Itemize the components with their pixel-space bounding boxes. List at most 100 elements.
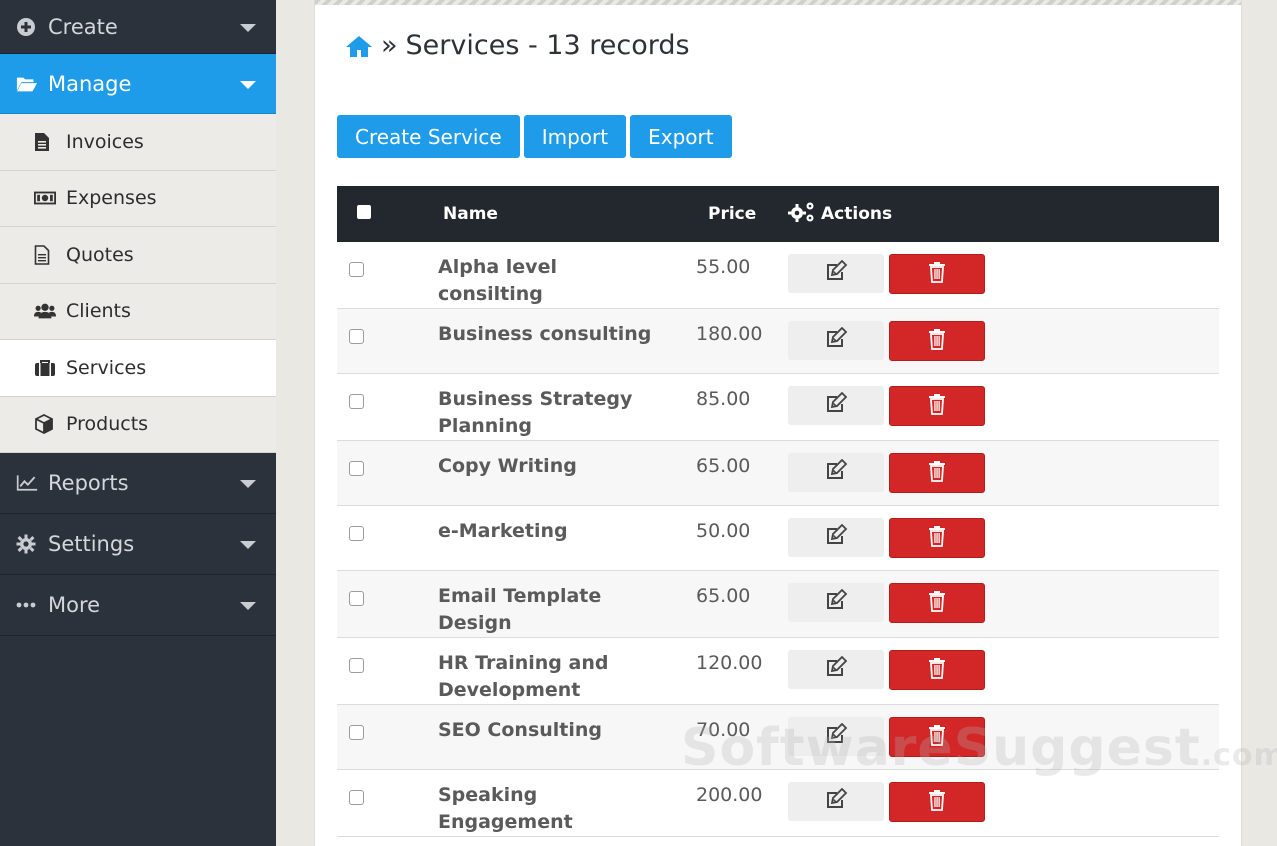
edit-button[interactable] <box>788 583 884 622</box>
edit-button[interactable] <box>788 254 884 293</box>
sidebar-item-clients[interactable]: Clients <box>0 284 276 340</box>
edit-icon <box>824 523 848 551</box>
file-icon <box>34 244 56 265</box>
row-actions <box>788 374 1219 441</box>
table-row: Speaking Engagement 200.00 <box>337 770 1219 837</box>
trash-icon <box>928 393 946 420</box>
nav-create-label: Create <box>48 14 118 39</box>
sidebar-item-products[interactable]: Products <box>0 397 276 453</box>
nav-reports[interactable]: Reports <box>0 453 276 514</box>
service-name[interactable]: Business consulting <box>403 309 665 374</box>
select-all-checkbox[interactable] <box>357 205 371 219</box>
delete-button[interactable] <box>889 583 985 623</box>
sidebar-item-expenses[interactable]: Expenses <box>0 171 276 227</box>
nav-more[interactable]: More <box>0 575 276 636</box>
header-actions: Actions <box>788 186 1219 242</box>
sidebar-item-invoices[interactable]: Invoices <box>0 114 276 171</box>
header-select-all[interactable] <box>337 186 403 242</box>
row-select-cell <box>337 770 403 837</box>
table-row: e-Marketing 50.00 <box>337 506 1219 571</box>
sidebar-item-label: Clients <box>66 300 131 323</box>
nav-manage[interactable]: Manage <box>0 54 276 114</box>
row-checkbox[interactable] <box>349 725 364 740</box>
row-checkbox[interactable] <box>349 262 364 277</box>
home-icon[interactable] <box>345 34 373 58</box>
service-name[interactable]: SEO Consulting <box>403 705 665 770</box>
create-service-button[interactable]: Create Service <box>337 115 520 158</box>
row-checkbox[interactable] <box>349 394 364 409</box>
delete-button[interactable] <box>889 453 985 493</box>
table-row: HR Training and Development 120.00 <box>337 638 1219 705</box>
trash-icon <box>928 657 946 684</box>
table-header-row: Name Price Actions <box>337 186 1219 242</box>
row-actions <box>788 638 1219 705</box>
sidebar-item-quotes[interactable]: Quotes <box>0 227 276 284</box>
chevron-down-icon <box>240 602 256 610</box>
delete-button[interactable] <box>889 254 985 294</box>
service-name[interactable]: Email Template Design <box>403 571 665 638</box>
folder-open-icon <box>16 74 38 94</box>
edit-icon <box>824 787 848 815</box>
service-name[interactable]: Copy Writing <box>403 441 665 506</box>
row-checkbox[interactable] <box>349 329 364 344</box>
row-select-cell <box>337 441 403 506</box>
edit-button[interactable] <box>788 717 884 756</box>
delete-button[interactable] <box>889 518 985 558</box>
edit-button[interactable] <box>788 321 884 360</box>
row-select-cell <box>337 374 403 441</box>
edit-icon <box>824 259 848 287</box>
import-button[interactable]: Import <box>523 115 627 158</box>
edit-icon <box>824 722 848 750</box>
delete-button[interactable] <box>889 717 985 757</box>
chevron-down-icon <box>240 23 256 32</box>
row-checkbox[interactable] <box>349 526 364 541</box>
edit-button[interactable] <box>788 518 884 557</box>
delete-button[interactable] <box>889 321 985 361</box>
sidebar-item-label: Invoices <box>66 130 144 153</box>
edit-button[interactable] <box>788 386 884 425</box>
service-name[interactable]: Alpha level consilting <box>403 242 665 309</box>
briefcase-icon <box>34 359 56 377</box>
edit-icon <box>824 588 848 616</box>
table-row: Alpha level consilting 55.00 <box>337 242 1219 309</box>
trash-icon <box>928 724 946 751</box>
toolbar: Create Service Import Export <box>337 115 732 158</box>
file-text-icon <box>34 132 56 152</box>
nav-create[interactable]: Create <box>0 0 276 54</box>
service-name[interactable]: Speaking Engagement <box>403 770 665 837</box>
service-name[interactable]: HR Training and Development <box>403 638 665 705</box>
content-panel: » Services - 13 records Create Service I… <box>314 0 1277 846</box>
edit-icon <box>824 458 848 486</box>
header-name[interactable]: Name <box>403 186 665 242</box>
row-select-cell <box>337 506 403 571</box>
line-chart-icon <box>16 473 38 493</box>
service-name[interactable]: Business Strategy Planning <box>403 374 665 441</box>
delete-button[interactable] <box>889 650 985 690</box>
nav-settings[interactable]: Settings <box>0 514 276 575</box>
row-select-cell <box>337 242 403 309</box>
trash-icon <box>928 328 946 355</box>
row-actions <box>788 242 1219 309</box>
gear-icon <box>16 534 38 554</box>
row-actions <box>788 770 1219 837</box>
row-checkbox[interactable] <box>349 461 364 476</box>
row-checkbox[interactable] <box>349 658 364 673</box>
row-select-cell <box>337 571 403 638</box>
export-button[interactable]: Export <box>630 115 732 158</box>
delete-button[interactable] <box>889 386 985 426</box>
service-name[interactable]: e-Marketing <box>403 506 665 571</box>
edit-button[interactable] <box>788 782 884 821</box>
sidebar-item-label: Services <box>66 356 147 379</box>
delete-button[interactable] <box>889 782 985 822</box>
table-row: SEO Consulting 70.00 <box>337 704 1219 770</box>
row-checkbox[interactable] <box>349 790 364 805</box>
row-actions <box>788 309 1219 374</box>
edit-button[interactable] <box>788 453 884 492</box>
trash-icon <box>928 460 946 487</box>
sidebar-item-services[interactable]: Services <box>0 340 276 397</box>
nav-manage-label: Manage <box>48 71 132 96</box>
sidebar-item-label: Products <box>66 413 149 436</box>
row-select-cell <box>337 309 403 374</box>
edit-button[interactable] <box>788 650 884 689</box>
row-checkbox[interactable] <box>349 591 364 606</box>
